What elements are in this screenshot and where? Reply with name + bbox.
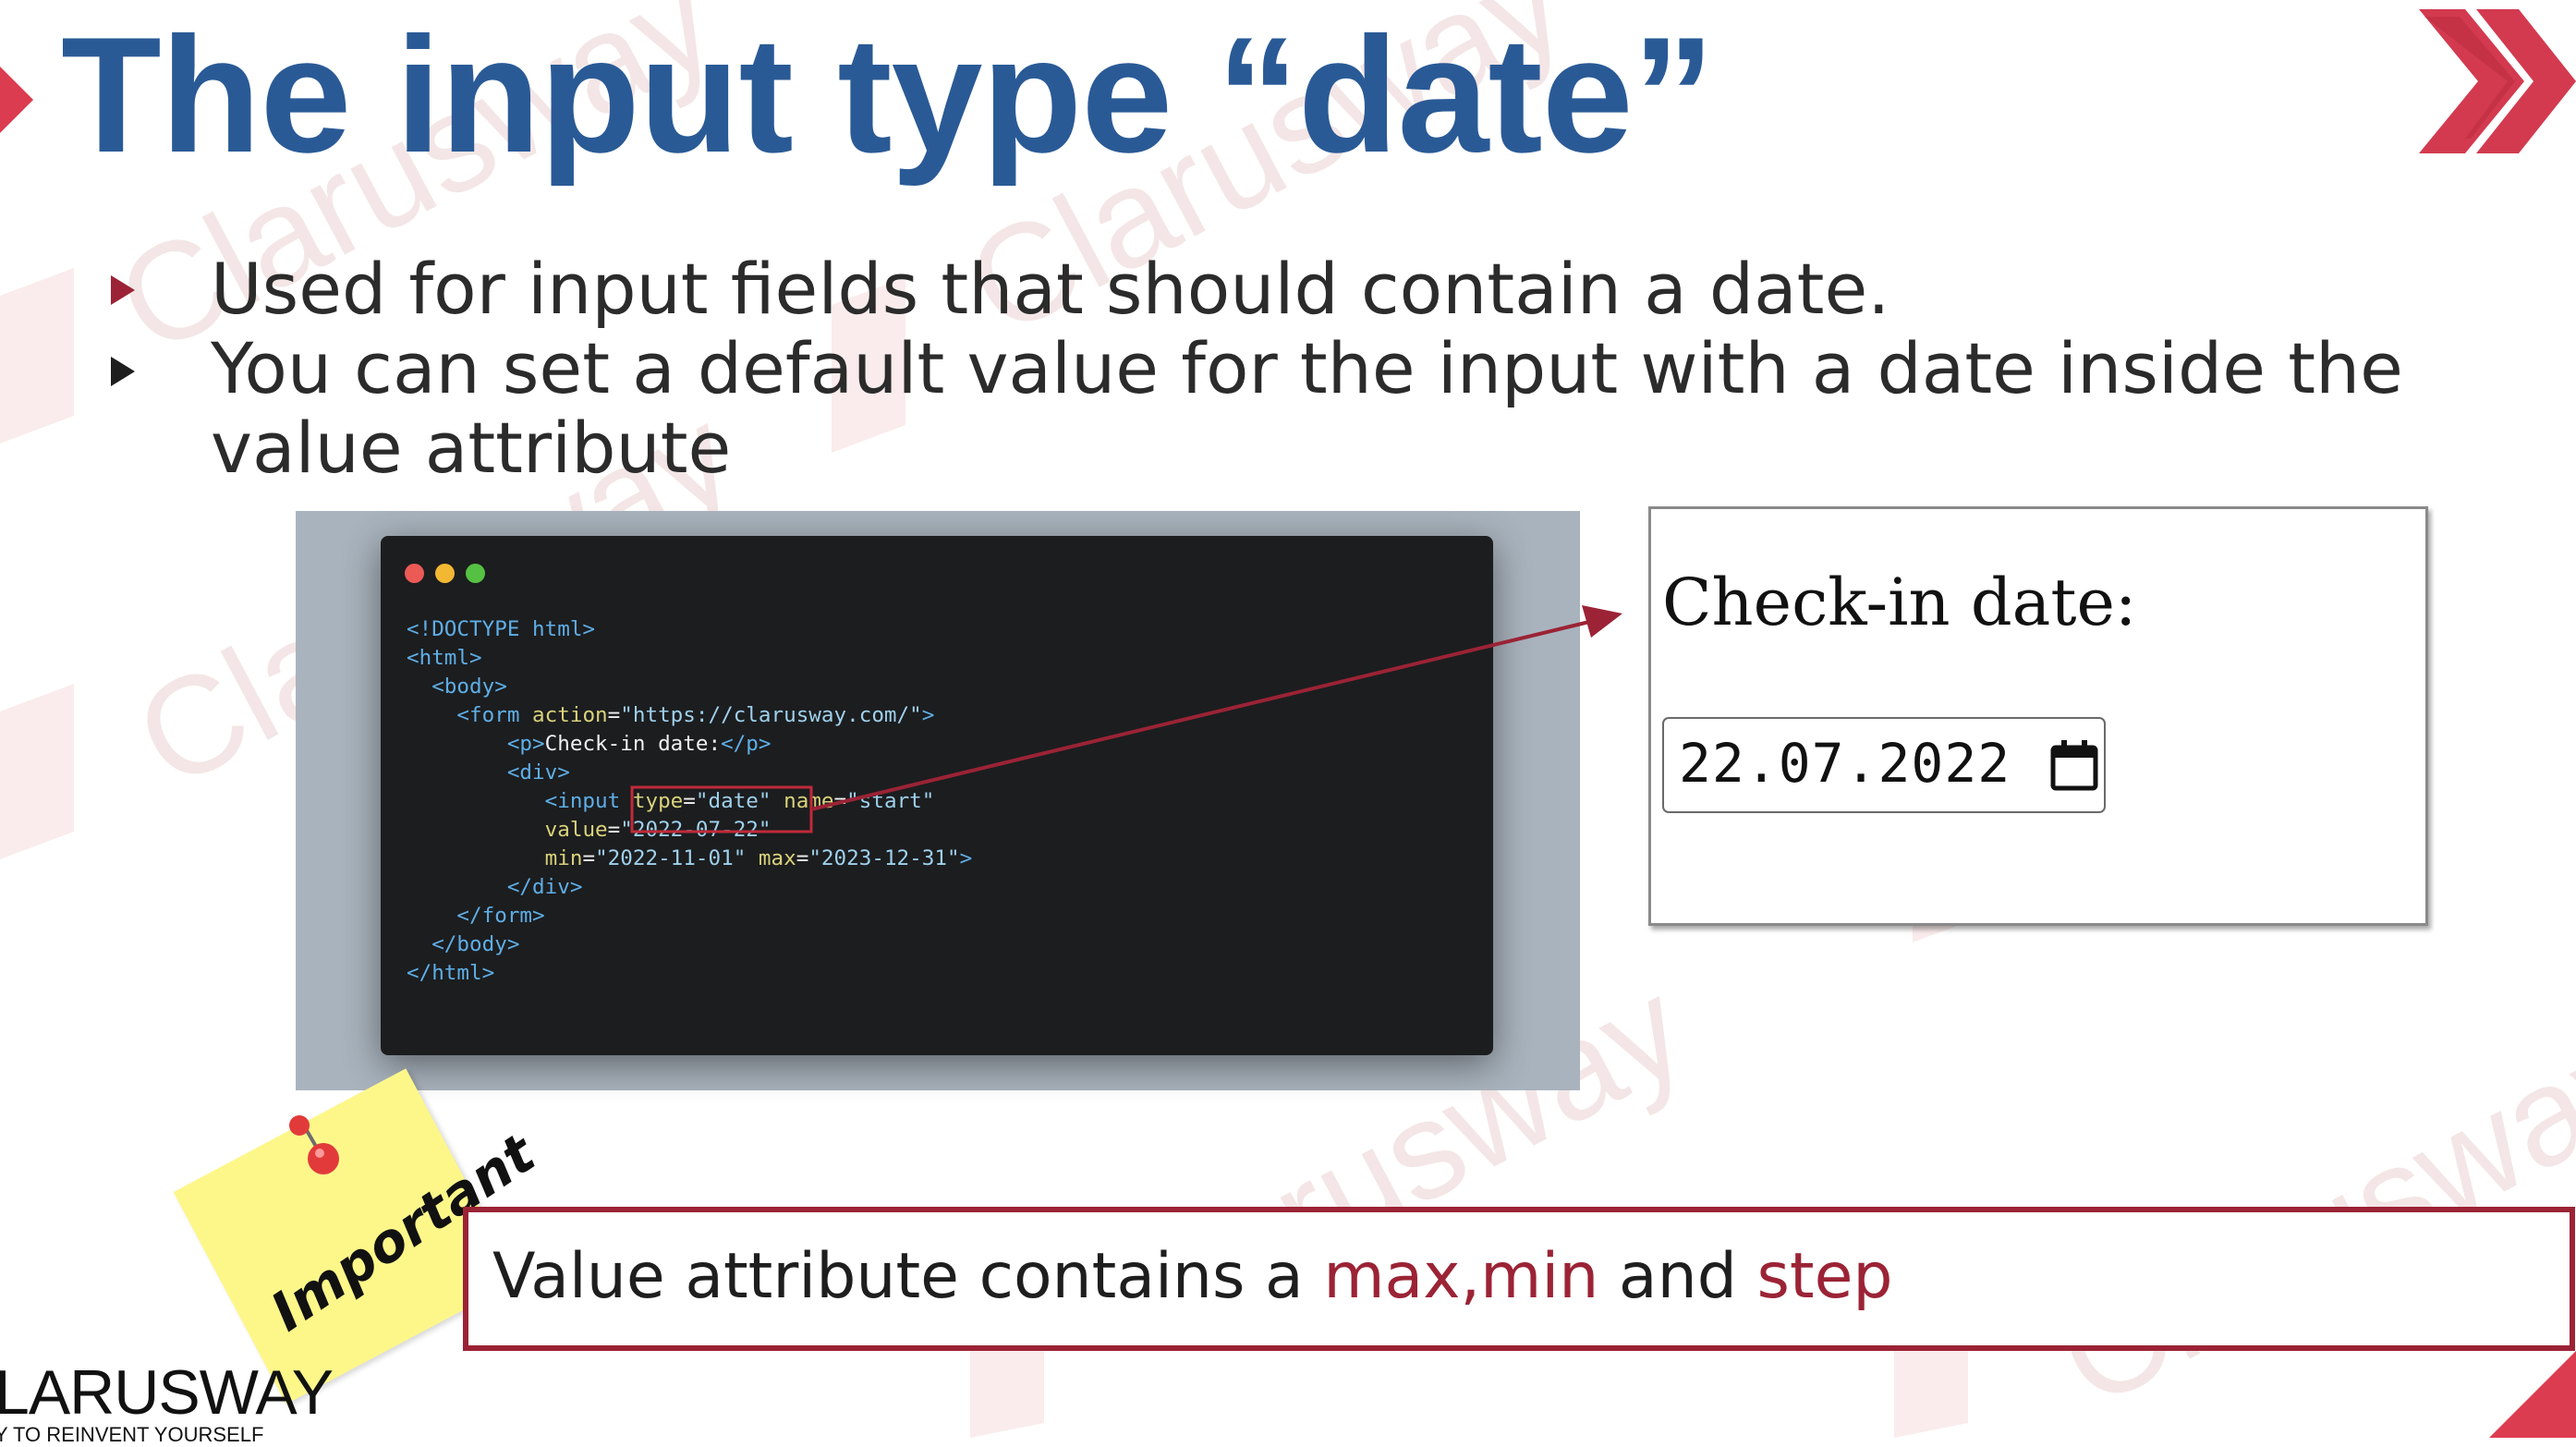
calendar-icon[interactable] — [2050, 739, 2098, 791]
output-preview-box: Check-in date: 22.07.2022 — [1648, 506, 2428, 926]
check-in-label: Check-in date: — [1662, 565, 2137, 640]
pushpin-icon — [289, 1115, 339, 1174]
date-input-value: 22.07.2022 — [1679, 732, 2011, 795]
arrow-head-icon — [1582, 605, 1622, 638]
corner-decoration — [2489, 1351, 2576, 1438]
brand-logo: LARUSWAY — [0, 1357, 334, 1428]
note-text: Value attribute contains a max,min and s… — [492, 1240, 1893, 1313]
annotation-arrow — [810, 620, 1590, 811]
brand-tagline: Y TO REINVENT YOURSELF — [0, 1423, 264, 1446]
note-box: Value attribute contains a max,min and s… — [463, 1207, 2575, 1351]
date-input[interactable]: 22.07.2022 — [1662, 717, 2106, 813]
highlight-box — [630, 785, 813, 833]
